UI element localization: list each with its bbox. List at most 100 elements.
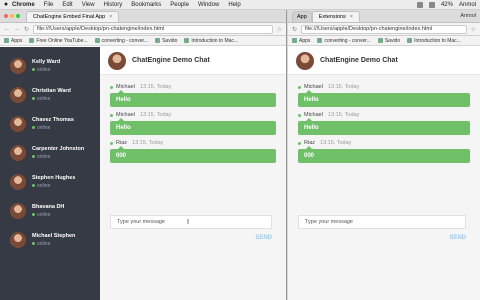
forward-icon[interactable]: → (14, 26, 20, 32)
url-field[interactable]: file:///Users/apple/Desktop/pn-chatengin… (33, 24, 273, 34)
tab-chatengine[interactable]: ChatEngine Embed Final App × (26, 11, 120, 22)
close-tab-icon[interactable]: × (350, 14, 353, 20)
user-list: Kelly Ward online Christian Ward online … (0, 47, 100, 300)
avatar (10, 202, 26, 219)
avatar (10, 86, 26, 103)
message-bubble: 000 (298, 146, 470, 163)
wifi-icon[interactable] (416, 1, 423, 8)
menu-chrome[interactable]: Chrome (12, 2, 35, 8)
message-bubble: Hello (298, 118, 470, 135)
menu-edit[interactable]: Edit (62, 2, 72, 8)
message: Michael 13:15, Today Hello (110, 112, 276, 135)
user-name: Chavez Thomas (32, 116, 74, 123)
apps-icon (292, 38, 297, 43)
bookmark-icon (377, 38, 383, 43)
user-status: online (32, 241, 75, 247)
message: Michael 13:15, Today Hello (298, 84, 470, 107)
address-bar: ↻ file:///Users/apple/Desktop/pn-chateng… (288, 23, 480, 36)
message-input[interactable]: Type your message I (110, 215, 272, 229)
message-time: 13:15, Today (327, 84, 360, 90)
menu-history[interactable]: History (104, 2, 123, 8)
bookmark-icon (94, 38, 100, 43)
tab-extensions[interactable]: Extensions × (311, 11, 360, 22)
maximize-window-icon[interactable] (16, 14, 20, 18)
message-bubble: 000 (110, 146, 276, 163)
input-placeholder: Type your message (305, 219, 353, 225)
avatar (10, 57, 26, 74)
text-cursor-icon: I (187, 219, 189, 226)
user-item[interactable]: Kelly Ward online (0, 51, 100, 80)
message: Riaz 13:15, Today 000 (298, 140, 470, 163)
chat-header: ChatEngine Demo Chat (288, 47, 480, 75)
close-window-icon[interactable] (4, 14, 8, 18)
chat-panel: ChatEngine Demo Chat Michael 13:15, Today… (288, 47, 480, 300)
tab-bar: ChatEngine Embed Final App × (0, 10, 286, 23)
online-dot-icon (110, 113, 113, 117)
online-dot-icon (32, 68, 35, 71)
url-field[interactable]: file:///Users/apple/Desktop/pn-chatengin… (301, 24, 467, 34)
menu-view[interactable]: View (82, 2, 95, 8)
apple-logo-icon[interactable]: ● (0, 1, 12, 8)
tab-app[interactable]: App (292, 11, 312, 22)
bookmark-icon (317, 38, 323, 43)
user-status: online (32, 154, 84, 160)
bookmark-introduction[interactable]: Introduction to Mac... (184, 38, 238, 44)
bookmark-star-icon[interactable]: ☆ (471, 26, 476, 33)
bookmark-introduction[interactable]: Introduction to Mac... (407, 38, 461, 44)
tab-title: ChatEngine Embed Final App (33, 14, 106, 20)
bookmark-star-icon[interactable]: ☆ (277, 26, 282, 33)
message: Michael 13:15, Today Hello (110, 84, 276, 107)
message-time: 13:15, Today (139, 112, 172, 118)
message-time: 13:15, Today (327, 112, 360, 118)
reload-icon[interactable]: ↻ (292, 26, 297, 33)
chat-title: ChatEngine Demo Chat (132, 57, 210, 64)
user-item[interactable]: Chavez Thomas online (0, 109, 100, 138)
message-time: 13:15, Today (139, 84, 172, 90)
mac-menubar: ● Chrome File Edit View History Bookmark… (0, 0, 480, 10)
battery-icon[interactable] (428, 1, 435, 8)
bookmark-converting[interactable]: converting - conver... (94, 38, 148, 44)
menu-help[interactable]: Help (228, 2, 240, 8)
avatar (10, 144, 26, 161)
close-tab-icon[interactable]: × (109, 14, 112, 20)
profile-name[interactable]: Anmol (460, 13, 480, 19)
tab-title: App (297, 14, 307, 20)
online-dot-icon (32, 126, 35, 129)
reload-icon[interactable]: ↻ (24, 26, 29, 33)
message-input[interactable]: Type your message (298, 215, 466, 229)
send-button[interactable]: SEND (449, 235, 466, 241)
bookmark-apps[interactable]: Apps (292, 38, 310, 44)
send-button[interactable]: SEND (255, 235, 272, 241)
user-item[interactable]: Michael Stephen online (0, 225, 100, 254)
bookmark-savido[interactable]: Savido (155, 38, 177, 44)
bookmark-apps[interactable]: Apps (4, 38, 22, 44)
user-item[interactable]: Carpenter Johnston online (0, 138, 100, 167)
bookmark-youtube[interactable]: Free Online YouTube... (29, 38, 88, 44)
bookmark-converting[interactable]: converting - conver... (317, 38, 371, 44)
user-item[interactable]: Stephen Hughes online (0, 167, 100, 196)
minimize-window-icon[interactable] (10, 14, 14, 18)
bookmark-savido[interactable]: Savido (377, 38, 400, 44)
bookmark-icon (155, 38, 161, 43)
menu-people[interactable]: People (170, 2, 189, 8)
menubar-user[interactable]: Anmol (459, 2, 476, 8)
online-dot-icon (110, 85, 113, 89)
user-status: online (32, 96, 71, 102)
menu-file[interactable]: File (44, 2, 54, 8)
menu-window[interactable]: Window (198, 2, 219, 8)
user-item[interactable]: Bhavana DH online (0, 196, 100, 225)
tab-bar: App Extensions × Anmol (288, 10, 480, 23)
message-list: Michael 13:15, Today Hello Michael 13:15, … (100, 75, 286, 163)
browser-window-left: ChatEngine Embed Final App × ← → ↻ file:… (0, 10, 287, 300)
menu-bookmarks[interactable]: Bookmarks (131, 2, 161, 8)
online-dot-icon (32, 242, 35, 245)
input-placeholder: Type your message (117, 219, 165, 225)
user-item[interactable]: Christian Ward online (0, 80, 100, 109)
bookmark-icon (184, 38, 190, 43)
bookmarks-bar: Apps converting - conver... Savido Intro… (288, 36, 480, 46)
avatar (10, 173, 26, 190)
back-icon[interactable]: ← (4, 26, 10, 32)
online-dot-icon (32, 184, 35, 187)
chat-app: Kelly Ward online Christian Ward online … (0, 47, 286, 300)
bookmarks-bar: Apps Free Online YouTube... converting -… (0, 36, 286, 46)
